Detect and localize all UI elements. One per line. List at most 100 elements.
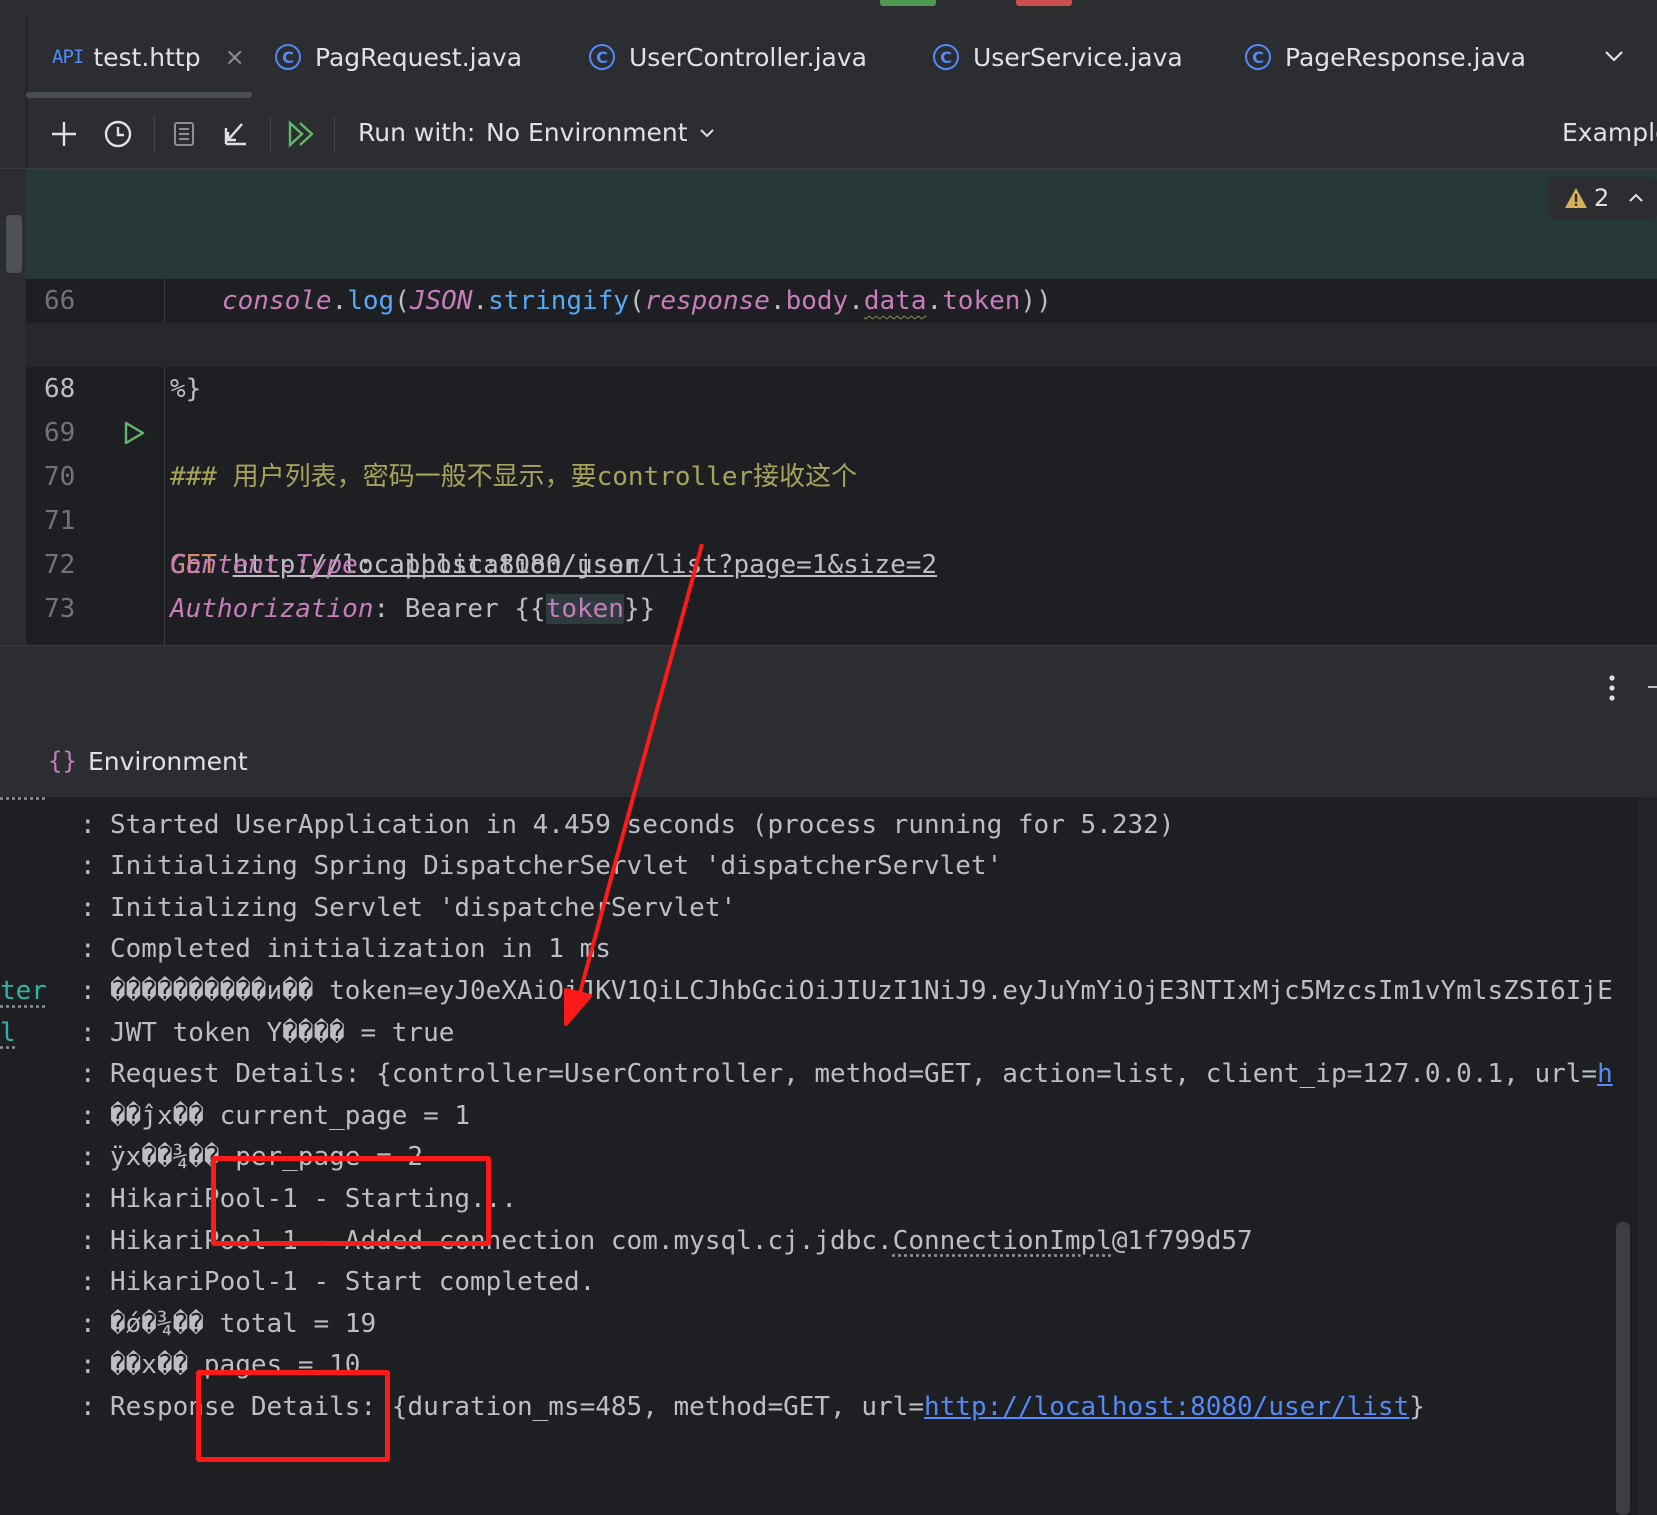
console-separator: : bbox=[80, 1052, 96, 1096]
message-text: JWT token Y���� = true bbox=[110, 1018, 454, 1048]
toolbar-separator bbox=[270, 116, 271, 152]
logger-source-link[interactable]: l bbox=[0, 1011, 16, 1055]
run-with-label: Run with: bbox=[358, 118, 475, 147]
code-token: }} bbox=[624, 594, 655, 624]
url-link[interactable]: h bbox=[1597, 1059, 1613, 1089]
editor-tab-bar: API test.http × C PagRequest.java C User… bbox=[0, 14, 1657, 101]
chevron-down-icon[interactable] bbox=[1602, 44, 1626, 68]
message-text: Started UserApplication in 4.459 seconds… bbox=[110, 810, 1174, 840]
current-code-line: 68 bbox=[26, 323, 1657, 367]
window-top-stripe bbox=[0, 0, 1657, 14]
code-token: Authorization bbox=[170, 594, 374, 624]
code-token: : Bearer {{ bbox=[374, 594, 546, 624]
run-request-icon[interactable] bbox=[120, 419, 148, 447]
line-number: 73 bbox=[44, 587, 100, 631]
tab-userservice[interactable]: C UserService.java bbox=[933, 14, 1183, 100]
console-message: Completed initialization in 1 ms bbox=[110, 927, 611, 971]
chevron-up-icon[interactable] bbox=[1627, 189, 1645, 207]
editor-scrollbar-thumb[interactable] bbox=[6, 215, 22, 273]
console-message: JWT token Y���� = true bbox=[110, 1011, 454, 1055]
message-text: HikariPool-1 - Start completed. bbox=[110, 1267, 595, 1297]
logger-source-link[interactable]: ter bbox=[0, 969, 47, 1013]
close-icon[interactable]: × bbox=[225, 43, 245, 71]
minimize-icon[interactable] bbox=[1648, 686, 1657, 688]
console-separator: : bbox=[80, 803, 96, 847]
api-icon: API bbox=[52, 46, 83, 68]
url-link[interactable]: http://localhost:8080/user/list bbox=[924, 1392, 1409, 1422]
more-options-icon[interactable] bbox=[1600, 670, 1624, 706]
message-text: Completed initialization in 1 ms bbox=[110, 934, 611, 964]
console-separator: : bbox=[80, 1219, 96, 1263]
console-message: Initializing Spring DispatcherServlet 'd… bbox=[110, 844, 1002, 888]
braces-icon: {} bbox=[48, 747, 77, 775]
console-line: : Initializing Spring DispatcherServlet '… bbox=[0, 844, 1640, 888]
console-separator: : bbox=[80, 1302, 96, 1346]
console-separator: : bbox=[80, 886, 96, 930]
warning-icon bbox=[1564, 187, 1588, 209]
console-line: : Started UserApplication in 4.459 second… bbox=[0, 803, 1640, 847]
console-line: ter: ����������и�� token=eyJ0eXAiOiJKV1Qi… bbox=[0, 969, 1640, 1013]
class-icon: C bbox=[1245, 44, 1271, 70]
console-separator: : bbox=[80, 1260, 96, 1304]
message-text: Tomcat started on port 8080 (http) with … bbox=[110, 797, 987, 798]
http-toolbar: Run with: No Environment Examples bbox=[0, 100, 1657, 169]
toolbar-separator bbox=[334, 116, 335, 152]
code-line: 65 console.log(JSON.stringify(response.b… bbox=[26, 191, 1657, 235]
red-indicator bbox=[1016, 0, 1072, 6]
code-line: 72 Authorization: Bearer {{token}} bbox=[26, 499, 1657, 543]
left-tool-gutter bbox=[0, 169, 26, 645]
import-icon[interactable] bbox=[220, 118, 252, 150]
add-icon[interactable] bbox=[48, 118, 80, 150]
environment-select[interactable]: No Environment bbox=[486, 118, 716, 147]
console-line: : Initializing Servlet 'dispatcherServlet… bbox=[0, 886, 1640, 930]
console-message: HikariPool-1 - Start completed. bbox=[110, 1260, 595, 1304]
console-line: : �ǿ�¾�� total = 19 bbox=[0, 1302, 1640, 1346]
code-line: 69 ### 用户列表，密码一般不显示，要controller接收这个 bbox=[26, 367, 1657, 411]
code-token: token bbox=[546, 594, 624, 624]
class-reference-link[interactable]: ConnectionImpl bbox=[893, 1226, 1112, 1256]
console-separator: : bbox=[80, 969, 96, 1013]
tab-label: PageResponse.java bbox=[1285, 43, 1526, 72]
chevron-down-icon bbox=[698, 124, 716, 142]
highlight-box-total-pages bbox=[196, 1370, 390, 1462]
examples-link[interactable]: Examples bbox=[1562, 118, 1657, 147]
tab-test-http[interactable]: API test.http × bbox=[52, 14, 245, 100]
copy-icon[interactable] bbox=[167, 118, 199, 150]
message-text: ��ĵх�� current_page = 1 bbox=[110, 1101, 470, 1131]
console-scrollbar[interactable] bbox=[1638, 797, 1657, 1515]
environment-tab[interactable]: Environment bbox=[88, 747, 248, 776]
console-separator: : bbox=[80, 1094, 96, 1138]
environment-value: No Environment bbox=[486, 118, 688, 147]
console-line: : Completed initialization in 1 ms bbox=[0, 927, 1640, 971]
console-message: ��ĵх�� current_page = 1 bbox=[110, 1094, 470, 1138]
code-line: 73 bbox=[26, 543, 1657, 587]
environment-tab-row: {} Environment bbox=[0, 727, 1657, 798]
class-icon: C bbox=[933, 44, 959, 70]
tab-label: UserService.java bbox=[973, 43, 1183, 72]
console-scrollbar-thumb[interactable] bbox=[1616, 1222, 1630, 1515]
code-editor[interactable]: 64 console.log(JSON.stringify(response.b… bbox=[0, 169, 1657, 645]
console-message: Initializing Servlet 'dispatcherServlet' bbox=[110, 886, 736, 930]
history-icon[interactable] bbox=[102, 118, 134, 150]
message-text: Request Details: {controller=UserControl… bbox=[110, 1059, 1597, 1089]
console-separator: : bbox=[80, 1135, 96, 1179]
toolbar-separator bbox=[154, 116, 155, 152]
highlight-box-page-params bbox=[211, 1156, 491, 1246]
tab-label: UserController.java bbox=[629, 43, 867, 72]
run-all-icon[interactable] bbox=[286, 118, 318, 150]
console-message: ����������и�� token=eyJ0eXAiOiJKV1QiLCJh… bbox=[110, 969, 1613, 1013]
code-line: 66 client.global.set('token', response.b… bbox=[26, 235, 1657, 279]
left-tool-gutter bbox=[0, 100, 27, 168]
console-line: : ��ĵх�� current_page = 1 bbox=[0, 1094, 1640, 1138]
active-tab-indicator bbox=[26, 92, 252, 98]
code-line: 71 Content-Type: application/json bbox=[26, 455, 1657, 499]
code-text: Authorization: Bearer {{token}} bbox=[170, 587, 655, 631]
inspection-warnings-badge[interactable]: 2 bbox=[1548, 177, 1657, 219]
class-icon: C bbox=[275, 44, 301, 70]
tab-pageresponse[interactable]: C PageResponse.java bbox=[1245, 14, 1526, 100]
console-separator: : bbox=[80, 1343, 96, 1387]
console-line: l: JWT token Y���� = true bbox=[0, 1011, 1640, 1055]
console-separator: : bbox=[80, 1177, 96, 1221]
tab-pagrequest[interactable]: C PagRequest.java bbox=[275, 14, 522, 100]
tab-usercontroller[interactable]: C UserController.java bbox=[589, 14, 867, 100]
